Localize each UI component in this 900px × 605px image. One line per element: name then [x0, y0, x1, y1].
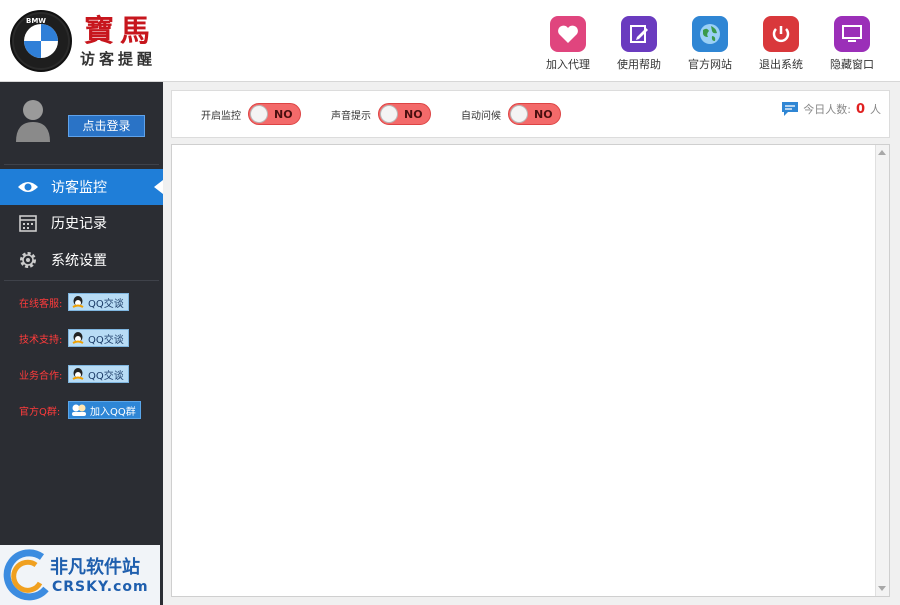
qq-chat-button[interactable]: QQ交谈: [68, 293, 129, 311]
nav-label: 访客监控: [51, 180, 107, 196]
nav-history[interactable]: 历史记录: [0, 205, 163, 241]
support-tech: 技术支持: QQ交谈: [19, 329, 129, 347]
toggle-label: 开启监控: [201, 110, 241, 122]
support-label: 官方Q群:: [19, 406, 61, 418]
greeting-toggle[interactable]: NO: [508, 103, 561, 125]
today-unit: 人: [870, 103, 881, 116]
toggle-knob: [380, 105, 398, 123]
gear-icon: [17, 249, 39, 271]
calendar-icon: [17, 212, 39, 234]
website-button[interactable]: 官方网站: [680, 16, 740, 72]
monitor-toggle[interactable]: NO: [248, 103, 301, 125]
brand-title: 寶馬: [84, 14, 156, 49]
support-online-service: 在线客服: QQ交谈: [19, 293, 129, 311]
qq-chat-button[interactable]: QQ交谈: [68, 365, 129, 383]
brand-subtitle: 访客提醒: [80, 50, 157, 68]
hide-window-label: 隐藏窗口: [830, 58, 874, 71]
toggle-state: NO: [274, 108, 293, 121]
vertical-scrollbar[interactable]: [875, 145, 889, 596]
header: BMW 寶馬 访客提醒 加入代理 使用帮助 官方网站 退出系统 隐藏窗口: [0, 0, 900, 82]
main-panel: 开启监控 NO 声音提示 NO 自动问候 NO 今日人数: 0 人: [163, 82, 900, 605]
sound-toggle[interactable]: NO: [378, 103, 431, 125]
avatar: [16, 98, 50, 142]
join-agent-button[interactable]: 加入代理: [538, 16, 598, 72]
sidebar: 点击登录 访客监控 历史记录 系统设置 在线客服: QQ交谈 技术支持: QQ交…: [0, 82, 163, 605]
help-button[interactable]: 使用帮助: [609, 16, 669, 72]
scroll-up-arrow[interactable]: [878, 150, 886, 155]
chat-bubble-icon: [782, 102, 799, 116]
visitor-list-area[interactable]: [171, 144, 890, 597]
qq-icon: [72, 368, 84, 380]
heart-icon: [550, 16, 586, 52]
support-label: 技术支持:: [19, 334, 63, 346]
watermark-logo-icon: [3, 549, 49, 601]
sound-toggle-group: 声音提示 NO: [331, 103, 431, 125]
exit-button[interactable]: 退出系统: [751, 16, 811, 72]
logo-lettering: BMW: [26, 17, 46, 25]
monitor-icon: [834, 16, 870, 52]
join-qq-group-button[interactable]: 加入QQ群: [68, 401, 141, 419]
watermark-text: 非凡软件站: [50, 557, 140, 578]
nav-label: 历史记录: [51, 216, 107, 232]
support-label: 在线客服:: [19, 298, 63, 310]
sidebar-divider: [4, 164, 159, 165]
toggle-state: NO: [404, 108, 423, 121]
login-button[interactable]: 点击登录: [68, 115, 145, 137]
website-label: 官方网站: [688, 58, 732, 71]
scroll-down-arrow[interactable]: [878, 586, 886, 591]
hide-window-button[interactable]: 隐藏窗口: [822, 16, 882, 72]
toggle-knob: [250, 105, 268, 123]
nav-visitor-monitor[interactable]: 访客监控: [0, 169, 163, 205]
power-icon: [763, 16, 799, 52]
today-number: 0: [855, 101, 865, 117]
eye-icon: [17, 176, 39, 198]
toggle-label: 自动问候: [461, 110, 501, 122]
edit-icon: [621, 16, 657, 52]
sidebar-divider: [4, 280, 159, 281]
qq-group-icon: [72, 404, 86, 416]
toggle-state: NO: [534, 108, 553, 121]
globe-icon: [692, 16, 728, 52]
watermark-subtext: CRSKY.com: [52, 579, 149, 595]
bmw-logo: BMW: [10, 10, 72, 72]
toggle-label: 声音提示: [331, 110, 371, 122]
help-label: 使用帮助: [617, 58, 661, 71]
exit-label: 退出系统: [759, 58, 803, 71]
control-bar: 开启监控 NO 声音提示 NO 自动问候 NO 今日人数: 0 人: [171, 90, 890, 138]
toggle-knob: [510, 105, 528, 123]
support-qq-group: 官方Q群: 加入QQ群: [19, 401, 141, 419]
qq-icon: [72, 296, 84, 308]
qq-chat-button[interactable]: QQ交谈: [68, 329, 129, 347]
watermark: 非凡软件站 CRSKY.com: [0, 545, 160, 605]
support-business: 业务合作: QQ交谈: [19, 365, 129, 383]
qq-icon: [72, 332, 84, 344]
today-label: 今日人数:: [803, 103, 851, 116]
nav-label: 系统设置: [51, 253, 107, 269]
today-count: 今日人数: 0 人: [781, 101, 881, 117]
nav-settings[interactable]: 系统设置: [0, 242, 163, 278]
support-label: 业务合作:: [19, 370, 63, 382]
join-agent-label: 加入代理: [546, 58, 590, 71]
greeting-toggle-group: 自动问候 NO: [461, 103, 561, 125]
monitor-toggle-group: 开启监控 NO: [201, 103, 301, 125]
